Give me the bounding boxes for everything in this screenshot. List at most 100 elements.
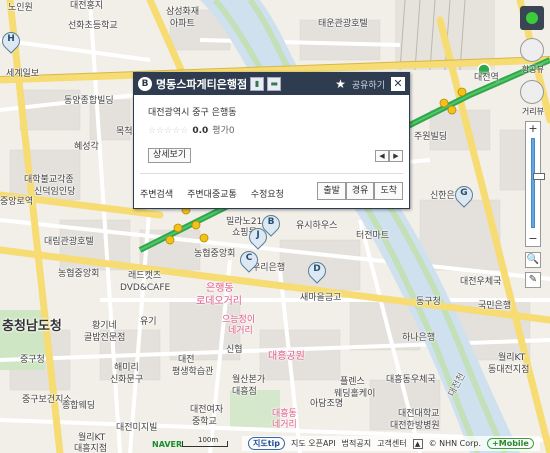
map-marker-h[interactable]: H — [0, 28, 24, 56]
customer-center-link[interactable]: 고객센터 — [377, 438, 406, 449]
map-marker-d[interactable]: D — [304, 258, 330, 286]
street-view-label: 거리뷰 — [521, 107, 544, 116]
place-label: 새마을금고 — [300, 293, 342, 303]
close-button[interactable]: ✕ — [391, 77, 405, 91]
place-label: 중앙로역 — [0, 197, 34, 207]
popup-links: 주변검색 주변대중교통 수정요청 — [140, 187, 298, 200]
place-label: 대전우체국 — [460, 277, 502, 287]
traffic-toggle[interactable] — [520, 6, 544, 30]
zoom-in-button[interactable]: + — [526, 122, 540, 136]
zoom-slider[interactable] — [531, 138, 545, 228]
place-info-popup: B 명동스파게티은행점 ▮ ▬ ★ 공유하기 ✕ 대전광역시 중구 은행동 ☆☆… — [133, 72, 410, 209]
scale-label: 100m — [198, 436, 219, 444]
map-tip-button[interactable]: 지도tip — [248, 437, 286, 450]
place-label: 대전여자 — [190, 405, 224, 415]
place-label: 플렌스 — [340, 377, 365, 387]
place-label: 노인원 — [8, 3, 33, 13]
route-via-button[interactable]: 경유 — [345, 182, 375, 200]
place-label: 대흥동 — [272, 409, 297, 419]
detail-button[interactable]: 상세보기 — [148, 148, 192, 163]
place-label: 중구청 — [20, 355, 45, 365]
edit-request-link[interactable]: 수정요청 — [251, 187, 284, 200]
place-title[interactable]: 명동스파게티은행점 — [156, 76, 247, 92]
map-controls: 항공뷰 거리뷰 + − 🔍 ✎ — [520, 6, 545, 288]
place-label: 평생학습관 — [172, 367, 214, 377]
place-label: 선화초등학교 — [68, 21, 118, 31]
place-label: 대전 — [178, 355, 195, 365]
place-label: DVD&CAFE — [120, 283, 171, 293]
divider — [140, 173, 403, 174]
place-label: 으능정이 — [222, 315, 256, 325]
place-label: 대전미지빌 — [116, 423, 158, 433]
zoom-control: + − — [525, 121, 545, 247]
route-end-button[interactable]: 도착 — [374, 182, 403, 200]
place-label: 농협중앙회 — [58, 269, 100, 279]
review-count[interactable]: 평가0 — [212, 126, 234, 136]
footer-links: 지도tip 지도 오픈API 법적공지 고객센터 ▲ © NHN Corp. +… — [242, 436, 540, 451]
place-label: 해미리 — [114, 363, 139, 373]
place-label: 하나은행 — [402, 333, 436, 343]
place-label: 대흥공원 — [268, 351, 305, 362]
place-label: 신덕임인당 — [34, 187, 76, 197]
place-label: 태운관광호텔 — [318, 19, 368, 29]
nearby-search-link[interactable]: 주변검색 — [140, 187, 173, 200]
magnifier-icon[interactable]: 🔍 — [525, 252, 541, 268]
place-label: 농협중앙회 — [194, 249, 236, 259]
district-label: 은행동 — [206, 283, 234, 294]
expand-icon[interactable]: ▲ — [412, 438, 423, 449]
legal-link[interactable]: 법적공지 — [342, 438, 371, 449]
place-label: 아담조명 — [310, 399, 344, 409]
bus-icon[interactable]: ▬ — [267, 77, 282, 91]
prev-icon[interactable]: ◀ — [375, 150, 389, 162]
place-label: 월산본가 — [232, 375, 266, 385]
aerial-view-button[interactable] — [520, 38, 544, 62]
place-label: 신화문구 — [110, 375, 144, 385]
map-canvas[interactable]: 노인원 대전홍지 선화초등학교 태운관광호텔 세계일보 삼성화재 아파트 동양종… — [0, 0, 550, 453]
map-marker-c[interactable]: C — [236, 247, 262, 275]
place-label: 주원빌딩 — [414, 132, 448, 142]
place-label: 터전마트 — [356, 231, 390, 241]
place-label: 국민은행 — [478, 301, 512, 311]
map-marker-j[interactable]: J — [245, 224, 271, 252]
zoom-handle[interactable] — [533, 173, 545, 180]
place-label: 유시하우스 — [296, 221, 338, 231]
zoom-out-button[interactable]: − — [526, 232, 540, 246]
place-address: 대전광역시 중구 은행동 — [148, 108, 237, 118]
naver-logo: NAVER — [152, 440, 183, 449]
street-view-button[interactable] — [520, 80, 544, 104]
place-label: 밀라노21 — [226, 217, 263, 227]
place-label: 웨딩홀케이 — [334, 389, 376, 399]
place-label: 혜성각 — [74, 142, 99, 152]
place-label: 종합웨딩 — [62, 401, 96, 411]
place-label: 세계일보 — [6, 69, 40, 79]
place-label: 신협 — [226, 345, 243, 355]
map-marker-g[interactable]: G — [451, 182, 477, 210]
measure-icon[interactable]: ✎ — [525, 272, 541, 288]
place-label: 동대전지점 — [488, 365, 530, 375]
place-label: 골밥전문점 — [84, 333, 126, 343]
place-label: 충청남도청 — [2, 319, 62, 334]
place-label: 대학불교각종 — [24, 175, 74, 185]
next-icon[interactable]: ▶ — [389, 150, 403, 162]
open-api-link[interactable]: 지도 오픈API — [291, 438, 336, 449]
place-label: 네거리 — [228, 326, 253, 336]
place-label: 대전한방병원 — [390, 421, 440, 431]
map-footer: NAVER 100m 지도tip 지도 오픈API 법적공지 고객센터 ▲ © … — [0, 435, 550, 453]
place-label: 래드캣츠 — [128, 271, 162, 281]
rating-stars: ☆☆☆☆☆ — [148, 126, 189, 136]
place-label: 유기 — [140, 317, 157, 327]
traffic-icon[interactable]: ▮ — [250, 77, 265, 91]
favorite-star-icon[interactable]: ★ — [335, 77, 346, 91]
nearby-transit-link[interactable]: 주변대중교통 — [187, 187, 237, 200]
route-start-button[interactable]: 출발 — [317, 182, 346, 200]
place-label: 대전대학교 — [398, 409, 440, 419]
rating: ☆☆☆☆☆ 0.0 평가0 — [148, 123, 235, 136]
place-label: 네거리 — [272, 420, 297, 430]
place-label: 대전역 — [474, 73, 499, 83]
route-buttons: 출발 경유 도착 — [317, 182, 403, 200]
place-label: 동구청 — [416, 297, 441, 307]
mobile-button[interactable]: +Mobile — [487, 438, 534, 449]
rating-score: 0.0 — [192, 126, 209, 136]
share-button[interactable]: 공유하기 — [352, 78, 385, 91]
place-label: 황기네 — [92, 321, 117, 331]
